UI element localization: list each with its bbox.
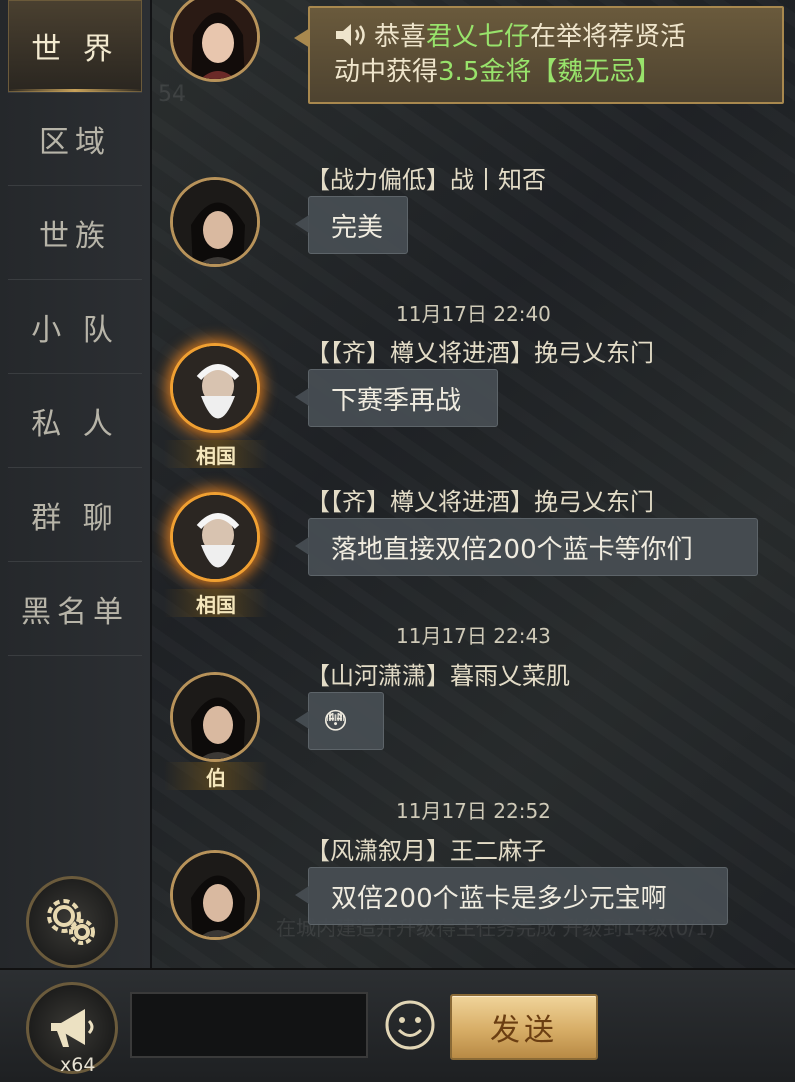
emoji-blush-icon: 😳	[323, 707, 349, 735]
system-announcement-bubble: 恭喜君乂七仔在举将荐贤活动中获得3.5金将【魏无忌】	[294, 6, 784, 104]
message-sender[interactable]: 【【齐】樽乂将进酒】挽弓乂东门	[306, 482, 654, 517]
avatar-player[interactable]	[170, 672, 260, 762]
message-text: 完美	[331, 212, 384, 243]
message-sender[interactable]: 【【齐】樽乂将进酒】挽弓乂东门	[306, 333, 654, 368]
message-text: 下赛季再战	[331, 385, 462, 416]
rank-badge: 伯	[164, 762, 268, 790]
announcement-text-1: 恭喜	[374, 22, 427, 52]
announcement-text-3: 动中获得	[334, 57, 439, 87]
avatar-player[interactable]	[170, 177, 260, 267]
message-timestamp: 11月17日 22:40	[396, 302, 551, 326]
avatar-player[interactable]	[170, 343, 260, 433]
message-timestamp: 11月17日 22:52	[396, 799, 551, 823]
megaphone-icon	[51, 1009, 94, 1047]
chat-input-bar: x64 发送	[0, 968, 795, 1082]
rank-badge: 相国	[164, 589, 268, 617]
rank-badge-label: 相国	[196, 443, 236, 468]
message-text: 落地直接双倍200个蓝卡等你们	[331, 534, 693, 565]
message-bubble: 完美	[295, 196, 408, 254]
send-button[interactable]: 发送	[450, 994, 598, 1060]
tab-region-label: 区域	[39, 125, 111, 160]
smiley-icon	[385, 1000, 435, 1050]
tab-blacklist-label: 黑名单	[21, 595, 129, 630]
message-text: 双倍200个蓝卡是多少元宝啊	[331, 883, 667, 914]
rank-badge-label: 伯	[206, 765, 226, 790]
message-timestamp: 11月17日 22:43	[396, 624, 551, 648]
announcement-reward: 3.5金将【魏无忌	[438, 57, 636, 87]
emoji-button[interactable]	[383, 998, 437, 1052]
message-sender[interactable]: 【风潇叙月】王二麻子	[306, 831, 546, 866]
speaker-icon	[336, 24, 365, 46]
tab-private-label: 私 人	[31, 407, 119, 442]
tab-private[interactable]: 私 人	[8, 375, 142, 468]
message-bubble: 落地直接双倍200个蓝卡等你们	[295, 518, 758, 576]
tab-region[interactable]: 区域	[8, 93, 142, 186]
tab-group-chat[interactable]: 群 聊	[8, 469, 142, 562]
announcement-player-name[interactable]: 君乂七仔	[426, 22, 530, 52]
background-level-text: 54	[158, 82, 186, 107]
announcement-text-2: 在举将荐贤活	[530, 22, 687, 52]
tab-group-chat-label: 群 聊	[31, 501, 119, 536]
channel-sidebar: 世 界 区域 世族 小 队 私 人 群 聊 黑名单	[0, 0, 152, 968]
message-bubble: 😳	[295, 692, 384, 750]
avatar-player[interactable]	[170, 850, 260, 940]
message-sender[interactable]: 【山河潇潇】暮雨乂菜肌	[306, 656, 570, 691]
tab-clan[interactable]: 世族	[8, 187, 142, 280]
tab-world[interactable]: 世 界	[8, 0, 142, 93]
avatar-player[interactable]	[170, 492, 260, 582]
settings-button[interactable]	[26, 876, 118, 968]
loudspeaker-count: x64	[60, 1054, 96, 1076]
tab-squad-label: 小 队	[31, 313, 119, 348]
message-sender[interactable]: 【战力偏低】战丨知否	[306, 160, 546, 195]
gear-icon	[47, 899, 95, 945]
tab-squad[interactable]: 小 队	[8, 281, 142, 374]
rank-badge-label: 相国	[196, 592, 236, 617]
message-bubble: 下赛季再战	[295, 369, 498, 427]
rank-badge: 相国	[164, 440, 268, 468]
chat-input[interactable]	[130, 992, 368, 1058]
message-bubble: 双倍200个蓝卡是多少元宝啊	[295, 867, 728, 925]
announcement-reward-end: 】	[635, 57, 662, 87]
tab-blacklist[interactable]: 黑名单	[8, 563, 142, 656]
send-button-label: 发送	[490, 1013, 558, 1048]
tab-clan-label: 世族	[39, 219, 111, 254]
tab-world-label: 世 界	[31, 32, 119, 67]
